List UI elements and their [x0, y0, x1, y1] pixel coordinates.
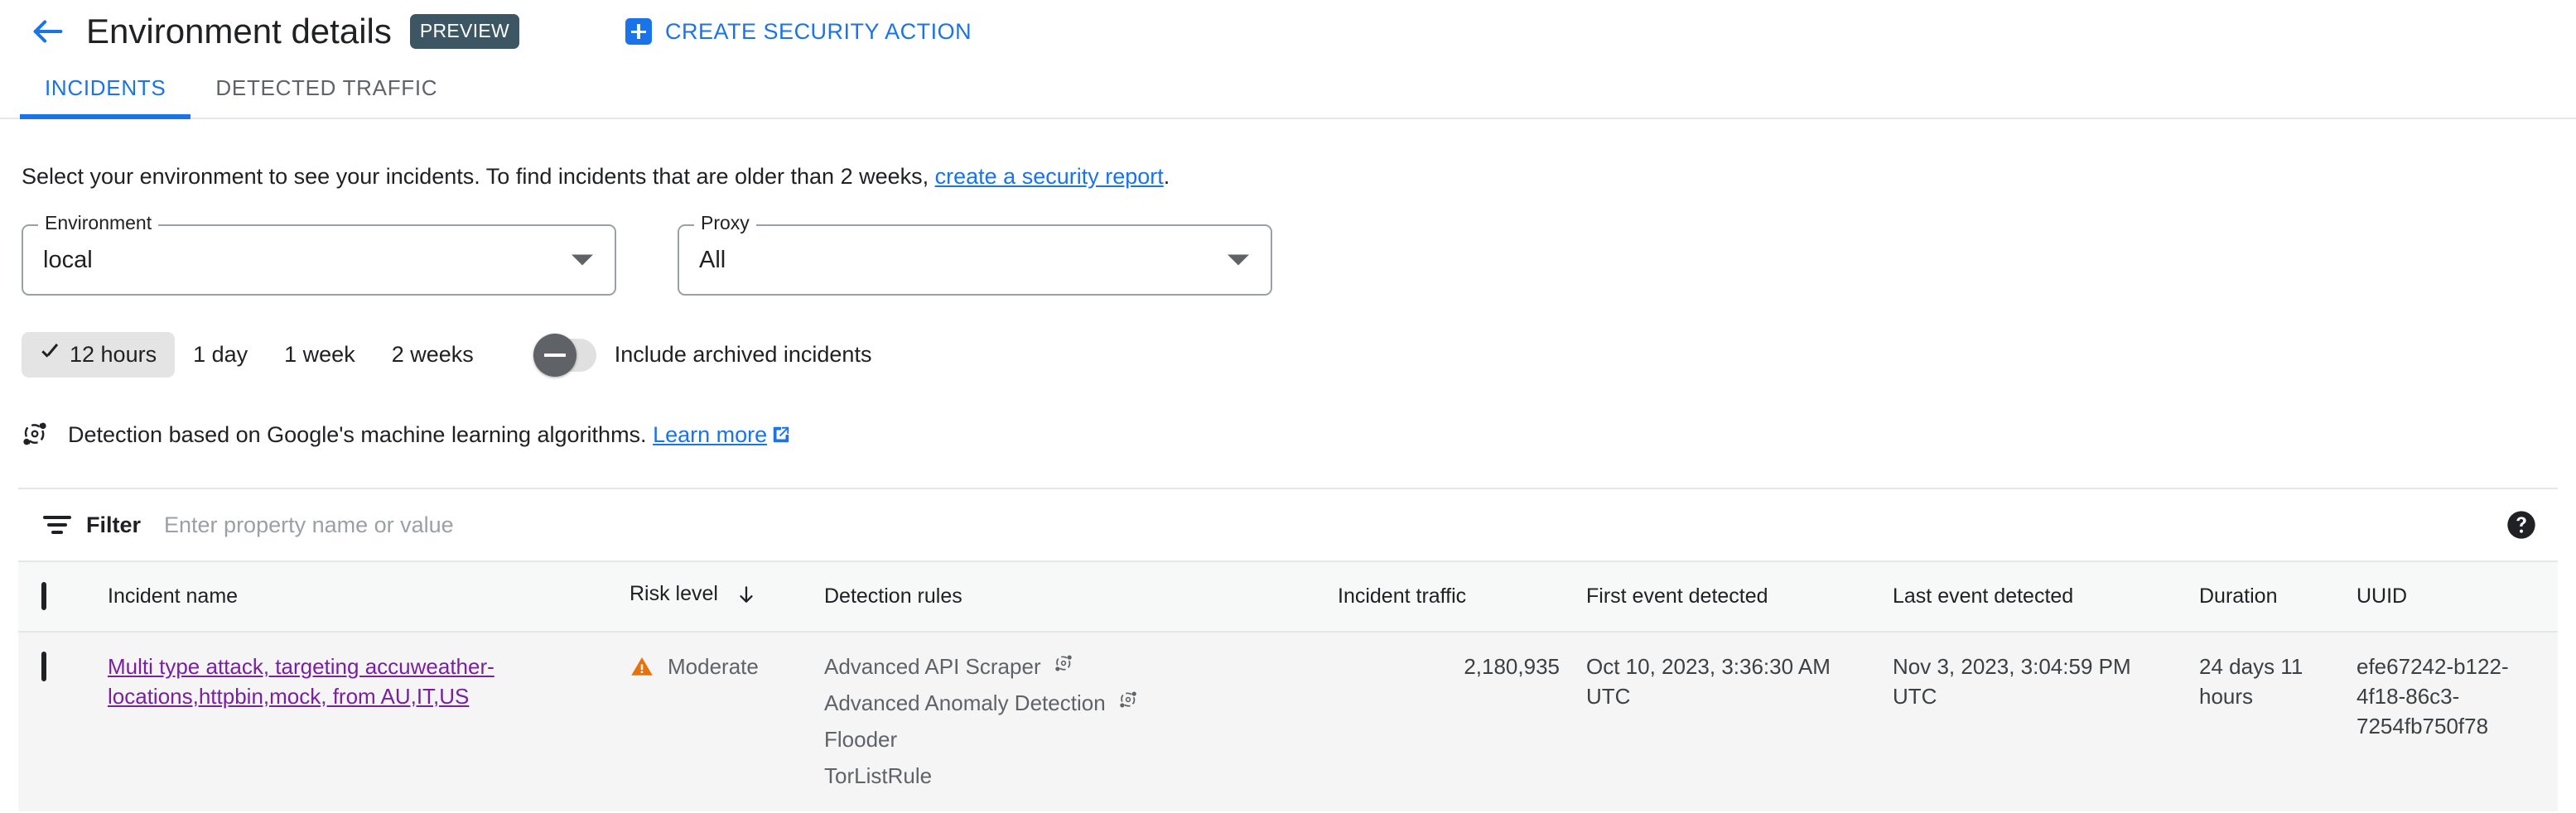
learn-more-link[interactable]: Learn more: [653, 422, 767, 447]
time-range-1-week-label: 1 week: [284, 342, 355, 368]
help-circle-icon[interactable]: [2505, 508, 2538, 541]
cell-risk-level: Moderate: [616, 632, 811, 811]
include-archived-label: Include archived incidents: [614, 342, 872, 368]
th-incident-traffic[interactable]: Incident traffic: [1324, 562, 1573, 633]
back-button[interactable]: [25, 8, 71, 55]
check-icon: [40, 345, 60, 365]
row-select-cell: [18, 632, 94, 811]
detection-rule-item: Advanced Anomaly Detection: [824, 689, 1311, 719]
th-first-event-detected[interactable]: First event detected: [1573, 562, 1879, 633]
ml-detection-icon: [20, 419, 50, 453]
table-row[interactable]: Multi type attack, targeting accuweather…: [18, 632, 2558, 811]
detection-rule-name: Flooder: [824, 726, 898, 752]
page-header: Environment details PREVIEW CREATE SECUR…: [0, 0, 2576, 63]
ml-detection-icon: [1053, 652, 1074, 682]
th-last-event-detected[interactable]: Last event detected: [1879, 562, 2186, 633]
environment-select-label: Environment: [38, 214, 159, 233]
intro-text-before: Select your environment to see your inci…: [22, 164, 929, 189]
th-select-all: [18, 562, 94, 633]
filter-label: Filter: [86, 512, 142, 537]
time-range-chip-group: 12 hours 1 day 1 week 2 weeks: [22, 332, 492, 378]
detection-rule-item: Flooder: [824, 725, 1311, 755]
row-checkbox[interactable]: [41, 652, 46, 682]
warning-triangle-icon: [630, 654, 654, 687]
ml-detection-sentence: Detection based on Google's machine lear…: [68, 422, 647, 448]
incident-name-link[interactable]: Multi type attack, targeting accuweather…: [108, 654, 494, 709]
arrow-left-icon: [29, 12, 67, 51]
detection-rule-item: TorListRule: [824, 762, 1311, 791]
cell-uuid: efe67242-b122-4f18-86c3-7254fb750f78: [2343, 632, 2558, 811]
chevron-down-icon: [1228, 254, 1249, 266]
incidents-table-card: Filter Incident name Risk level: [18, 488, 2558, 811]
cell-incident-name: Multi type attack, targeting accuweather…: [94, 632, 616, 811]
preview-badge: PREVIEW: [409, 14, 520, 49]
detection-rule-name: TorListRule: [824, 762, 933, 788]
time-range-1-week[interactable]: 1 week: [266, 332, 374, 378]
ml-detection-text: Detection based on Google's machine lear…: [68, 422, 790, 450]
th-incident-name[interactable]: Incident name: [94, 562, 616, 633]
detection-rule-name: Advanced Anomaly Detection: [824, 690, 1106, 715]
proxy-select-label: Proxy: [694, 214, 756, 233]
time-range-2-weeks-label: 2 weeks: [391, 342, 474, 368]
intro-text: Select your environment to see your inci…: [0, 119, 2576, 191]
select-all-checkbox[interactable]: [41, 582, 46, 611]
detection-rule-name: Advanced API Scraper: [824, 654, 1041, 680]
environment-select-value: local: [43, 246, 93, 273]
filter-bar: Filter: [18, 489, 2558, 563]
th-risk-level-label: Risk level: [630, 582, 718, 606]
chevron-down-icon: [572, 254, 593, 266]
time-range-12-hours-label: 12 hours: [70, 342, 157, 368]
plus-box-icon: [625, 18, 653, 45]
cell-duration: 24 days 11 hours: [2186, 632, 2343, 811]
cell-incident-traffic: 2,180,935: [1324, 632, 1573, 811]
incidents-table: Incident name Risk level Detection rules…: [18, 562, 2558, 811]
tab-incidents[interactable]: INCIDENTS: [20, 75, 191, 119]
create-security-action-label: CREATE SECURITY ACTION: [665, 18, 972, 44]
filter-icon: [43, 512, 71, 537]
time-range-12-hours[interactable]: 12 hours: [22, 332, 176, 378]
cell-detection-rules: Advanced API Scraper Advanced Anomaly De…: [811, 632, 1324, 811]
environment-select[interactable]: Environment local: [22, 214, 616, 296]
arrow-down-icon: [736, 584, 757, 611]
risk-level-label: Moderate: [668, 654, 759, 680]
th-uuid[interactable]: UUID: [2343, 562, 2558, 633]
ml-detection-icon: [1117, 689, 1139, 719]
create-security-report-link[interactable]: create a security report: [935, 164, 1164, 189]
th-detection-rules[interactable]: Detection rules: [811, 562, 1324, 633]
time-range-1-day[interactable]: 1 day: [175, 332, 266, 378]
filter-input[interactable]: [162, 511, 2505, 539]
page-title: Environment details: [86, 12, 392, 51]
detection-rule-item: Advanced API Scraper: [824, 652, 1311, 682]
toggle-knob-off-icon: [533, 333, 576, 377]
cell-first-event-detected: Oct 10, 2023, 3:36:30 AM UTC: [1573, 632, 1879, 811]
ml-detection-note: Detection based on Google's machine lear…: [0, 378, 2576, 453]
th-risk-level[interactable]: Risk level: [616, 562, 811, 633]
selector-row: Environment local Proxy All: [0, 191, 2576, 296]
time-range-1-day-label: 1 day: [193, 342, 248, 368]
include-archived-toggle[interactable]: Include archived incidents: [533, 333, 872, 377]
proxy-select-value: All: [699, 246, 726, 273]
tab-bar: INCIDENTS DETECTED TRAFFIC: [0, 63, 2576, 119]
create-security-action-button[interactable]: CREATE SECURITY ACTION: [625, 18, 972, 45]
th-duration[interactable]: Duration: [2186, 562, 2343, 633]
cell-last-event-detected: Nov 3, 2023, 3:04:59 PM UTC: [1879, 632, 2186, 811]
external-link-icon: [772, 424, 790, 450]
tab-detected-traffic[interactable]: DETECTED TRAFFIC: [191, 75, 462, 118]
proxy-select[interactable]: Proxy All: [678, 214, 1272, 296]
table-header-row: Incident name Risk level Detection rules…: [18, 562, 2558, 633]
time-range-2-weeks[interactable]: 2 weeks: [374, 332, 492, 378]
intro-text-after: .: [1163, 164, 1170, 189]
toggle-track: [533, 333, 596, 377]
time-range-row: 12 hours 1 day 1 week 2 weeks Include ar…: [0, 296, 2576, 378]
